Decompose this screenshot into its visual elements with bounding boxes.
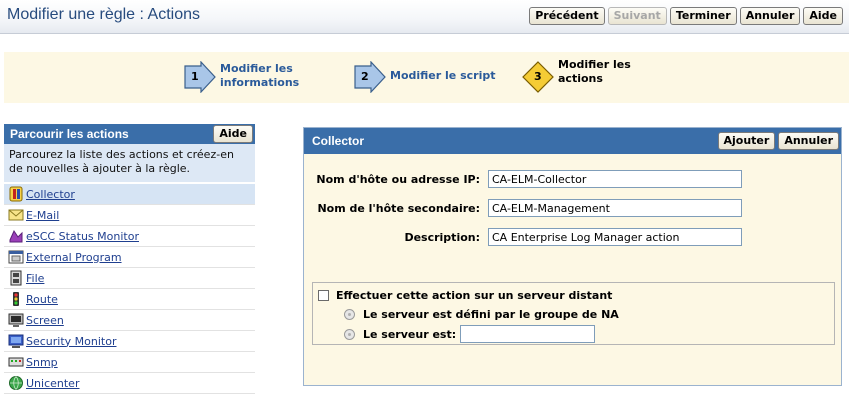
remote-server-group: Effectuer cette action sur un serveur di… <box>312 282 835 345</box>
remote-server-checkbox[interactable] <box>318 290 329 301</box>
program-window-icon <box>8 250 24 264</box>
step-number: 2 <box>361 70 369 83</box>
list-item[interactable]: E-Mail <box>4 205 255 226</box>
actions-panel-description: Parcourez la liste des actions et créez-… <box>4 144 255 182</box>
remote-server-checkbox-label: Effectuer cette action sur un serveur di… <box>336 289 613 302</box>
list-item[interactable]: Collector <box>4 184 255 205</box>
finish-button[interactable]: Terminer <box>669 7 737 25</box>
previous-button[interactable]: Précédent <box>529 7 605 25</box>
list-item[interactable]: eSCC Status Monitor <box>4 226 255 247</box>
actions-panel-header: Parcourir les actions Aide <box>4 124 255 144</box>
list-item[interactable]: Snmp <box>4 352 255 373</box>
traffic-light-icon <box>13 292 19 306</box>
actions-list: Collector E-Mail eSCC Status Monitor Ext… <box>4 184 255 394</box>
secondary-host-field[interactable] <box>488 199 742 217</box>
action-link-email[interactable]: E-Mail <box>26 209 59 222</box>
cancel-button[interactable]: Annuler <box>739 7 801 25</box>
server-input[interactable] <box>460 325 596 343</box>
editor-cancel-button[interactable]: Annuler <box>778 132 839 150</box>
add-button[interactable]: Ajouter <box>717 132 776 150</box>
action-link-route[interactable]: Route <box>26 293 58 306</box>
step-label: Modifier les actions <box>558 58 631 85</box>
actions-panel-title: Parcourir les actions <box>10 127 129 141</box>
radio-server-label: Le serveur est: <box>363 327 457 341</box>
step-label: Modifier les informations <box>220 62 300 89</box>
snmp-icon <box>8 357 24 367</box>
radio-na-group[interactable] <box>344 309 355 320</box>
step-arrow-icon: 1 <box>184 61 216 93</box>
remote-server-checkbox-row[interactable]: Effectuer cette action sur un serveur di… <box>318 289 612 302</box>
action-editor-title: Collector <box>312 134 365 148</box>
escc-monitor-icon <box>9 229 23 243</box>
wizard-step-1[interactable]: 1 Modifier les informations <box>184 61 299 93</box>
action-link-collector[interactable]: Collector <box>26 188 75 201</box>
step-arrow-icon: 2 <box>354 61 386 93</box>
list-item[interactable]: External Program <box>4 247 255 268</box>
list-item[interactable]: File <box>4 268 255 289</box>
radio-server-row[interactable]: Le serveur est: <box>344 325 596 343</box>
secondary-host-field-row: Nom de l'hôte secondaire: <box>304 198 742 218</box>
wizard-step-2[interactable]: 2 Modifier le script <box>354 61 495 93</box>
radio-server[interactable] <box>344 328 355 340</box>
list-item[interactable]: Unicenter <box>4 373 255 394</box>
header-bar: Modifier une règle : Actions Précédent S… <box>0 0 849 34</box>
list-item[interactable]: Route <box>4 289 255 310</box>
globe-icon <box>9 376 23 390</box>
action-editor-panel: Collector Ajouter Annuler Nom d'hôte ou … <box>303 127 842 386</box>
host-field-row: Nom d'hôte ou adresse IP: <box>304 169 742 189</box>
action-link-snmp[interactable]: Snmp <box>26 356 58 369</box>
security-monitor-icon <box>8 334 24 348</box>
step-label: Modifier le script <box>390 69 496 82</box>
screen-icon <box>8 313 24 327</box>
radio-na-group-label: Le serveur est défini par le groupe de N… <box>363 308 619 321</box>
wizard-steps: 1 Modifier les informations 2 Modifier l… <box>4 52 849 103</box>
action-link-file[interactable]: File <box>26 272 44 285</box>
step-number: 1 <box>191 70 199 83</box>
wizard-nav-buttons: Précédent Suivant Terminer Annuler Aide <box>529 7 843 25</box>
description-field-label: Description: <box>404 230 480 244</box>
host-field-label: Nom d'hôte ou adresse IP: <box>316 172 480 186</box>
envelope-icon <box>8 209 24 221</box>
radio-na-group-row[interactable]: Le serveur est défini par le groupe de N… <box>344 308 619 321</box>
next-button[interactable]: Suivant <box>607 7 667 25</box>
collector-icon <box>9 186 23 202</box>
page-title: Modifier une règle : Actions <box>7 6 200 23</box>
step-number: 3 <box>534 70 542 83</box>
description-field-row: Description: <box>304 227 742 247</box>
action-link-unicenter[interactable]: Unicenter <box>26 377 79 390</box>
description-field[interactable] <box>488 228 742 246</box>
action-link-screen[interactable]: Screen <box>26 314 64 327</box>
action-editor-header: Collector Ajouter Annuler <box>304 128 841 154</box>
secondary-host-field-label: Nom de l'hôte secondaire: <box>317 201 480 215</box>
action-link-security-monitor[interactable]: Security Monitor <box>26 335 116 348</box>
help-button[interactable]: Aide <box>803 7 843 25</box>
action-link-external-program[interactable]: External Program <box>26 251 122 264</box>
file-cabinet-icon <box>10 270 22 286</box>
list-item[interactable]: Security Monitor <box>4 331 255 352</box>
step-diamond-icon: 3 <box>522 61 554 93</box>
wizard-step-3: 3 Modifier les actions <box>522 58 631 93</box>
action-link-escc-status-monitor[interactable]: eSCC Status Monitor <box>26 230 139 243</box>
host-field[interactable] <box>488 170 742 188</box>
list-item[interactable]: Screen <box>4 310 255 331</box>
actions-help-button[interactable]: Aide <box>213 125 253 143</box>
